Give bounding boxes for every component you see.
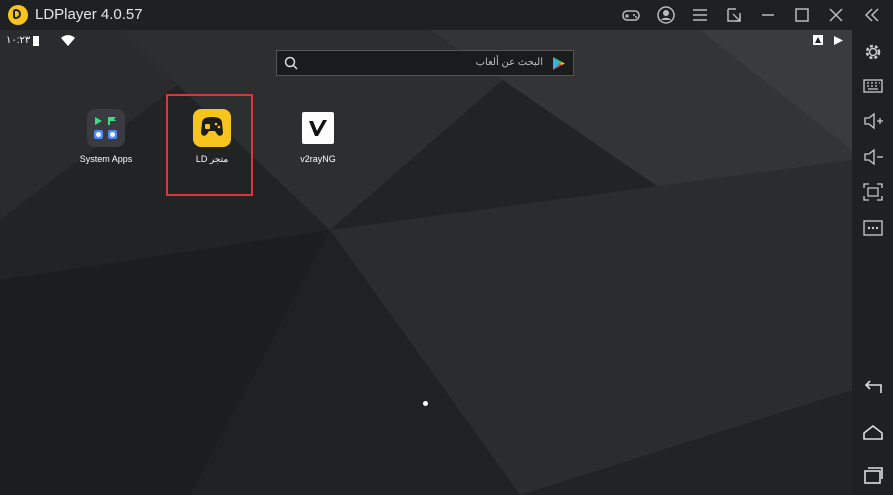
- wifi-icon: [61, 35, 75, 46]
- close-icon[interactable]: [826, 5, 846, 25]
- resize-icon[interactable]: [724, 5, 744, 25]
- volume-down-icon[interactable]: [862, 146, 884, 168]
- user-icon[interactable]: [656, 5, 676, 25]
- keyboard-icon[interactable]: [862, 75, 884, 97]
- ldplayer-logo-icon: [8, 5, 28, 25]
- app-v2rayng[interactable]: v2rayNG: [273, 109, 363, 164]
- home-icon[interactable]: [862, 421, 884, 443]
- play-status-icon: [834, 36, 843, 45]
- title-bar: LDPlayer 4.0.57: [0, 0, 893, 30]
- right-toolbar: [852, 30, 893, 495]
- system-apps-icon: [87, 109, 125, 147]
- status-time: ١٠:٢٣: [6, 35, 31, 46]
- android-screen[interactable]: ١٠:٢٣ البحث عن ألعاب System Apps LD متجر…: [0, 30, 852, 495]
- settings-icon[interactable]: [862, 41, 884, 63]
- app-label: v2rayNG: [300, 154, 336, 164]
- search-bar[interactable]: البحث عن ألعاب: [276, 50, 574, 76]
- v2rayng-icon: [302, 112, 334, 144]
- search-placeholder: البحث عن ألعاب: [475, 57, 543, 68]
- wallpaper: [0, 30, 852, 495]
- more-icon[interactable]: [862, 217, 884, 239]
- fullscreen-icon[interactable]: [862, 181, 884, 203]
- notification-icon: [813, 35, 823, 45]
- maximize-icon[interactable]: [792, 5, 812, 25]
- menu-icon[interactable]: [690, 5, 710, 25]
- search-icon: [284, 56, 298, 70]
- page-indicator-dot: [423, 401, 428, 406]
- volume-up-icon[interactable]: [862, 110, 884, 132]
- google-play-icon: [553, 57, 565, 70]
- minimize-icon[interactable]: [758, 5, 778, 25]
- selection-highlight: [166, 94, 253, 196]
- recent-apps-icon[interactable]: [862, 464, 884, 486]
- app-label: System Apps: [79, 154, 133, 164]
- app-system-apps[interactable]: System Apps: [61, 109, 151, 164]
- back-icon[interactable]: [862, 377, 884, 399]
- window-title: LDPlayer 4.0.57: [35, 6, 143, 23]
- gamepad-icon[interactable]: [621, 5, 641, 25]
- collapse-icon[interactable]: [862, 5, 882, 25]
- battery-icon: [33, 36, 39, 46]
